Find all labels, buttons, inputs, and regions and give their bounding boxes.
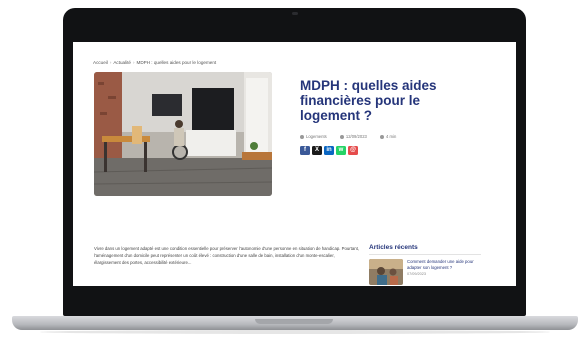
recent-article-date: 07/09/2023 (407, 272, 427, 276)
chevron-right-icon: › (109, 60, 112, 65)
recent-article-text: Comment demander une aide pour adapter s… (407, 259, 481, 285)
calendar-icon (339, 134, 344, 139)
x-icon[interactable]: X (312, 146, 322, 155)
sidebar-title: Articles récents (369, 244, 418, 251)
divider (369, 254, 481, 255)
laptop-shadow (40, 330, 550, 334)
breadcrumb-current: MDPH : quelles aides pour le logement (136, 60, 217, 65)
browser-page: Accueil › Actualité › MDPH : quelles aides p… (73, 42, 516, 286)
laptop-lid: Accueil › Actualité › MDPH : quelles aides p… (63, 8, 526, 316)
wheelchair-kitchen-photo (94, 72, 272, 196)
breadcrumb: Accueil › Actualité › MDPH : quelles aides p… (93, 60, 216, 65)
user-icon (300, 134, 304, 139)
facebook-icon[interactable]: f (300, 146, 310, 155)
linkedin-icon[interactable]: in (324, 146, 334, 155)
breadcrumb-home[interactable]: Accueil (93, 60, 108, 65)
recent-article-thumbnail[interactable] (369, 259, 403, 285)
article-intro: Vivre dans un logement adapté est une co… (94, 246, 360, 265)
breadcrumb-category[interactable]: Actualité (113, 60, 131, 65)
hero-image (94, 72, 272, 196)
article-title: MDPH : quelles aides financières pour le… (300, 78, 437, 123)
chevron-right-icon: › (132, 60, 135, 65)
meta-author: Logements (300, 134, 333, 139)
clock-icon (380, 134, 385, 139)
recent-article-title[interactable]: Comment demander une aide pour adapter s… (407, 259, 481, 270)
recent-article[interactable]: Comment demander une aide pour adapter s… (369, 259, 481, 285)
article-meta: Logements 12/09/2023 4 min (300, 134, 408, 139)
meta-read-time: 4 min (380, 134, 402, 139)
whatsapp-icon[interactable]: w (336, 146, 346, 155)
laptop-notch (255, 319, 333, 324)
meta-date: 12/09/2023 (339, 134, 373, 139)
recent-article-photo (369, 259, 403, 285)
email-icon[interactable]: @ (348, 146, 358, 155)
share-buttons: f Xin w @ (300, 146, 358, 155)
camera-icon (291, 12, 298, 15)
